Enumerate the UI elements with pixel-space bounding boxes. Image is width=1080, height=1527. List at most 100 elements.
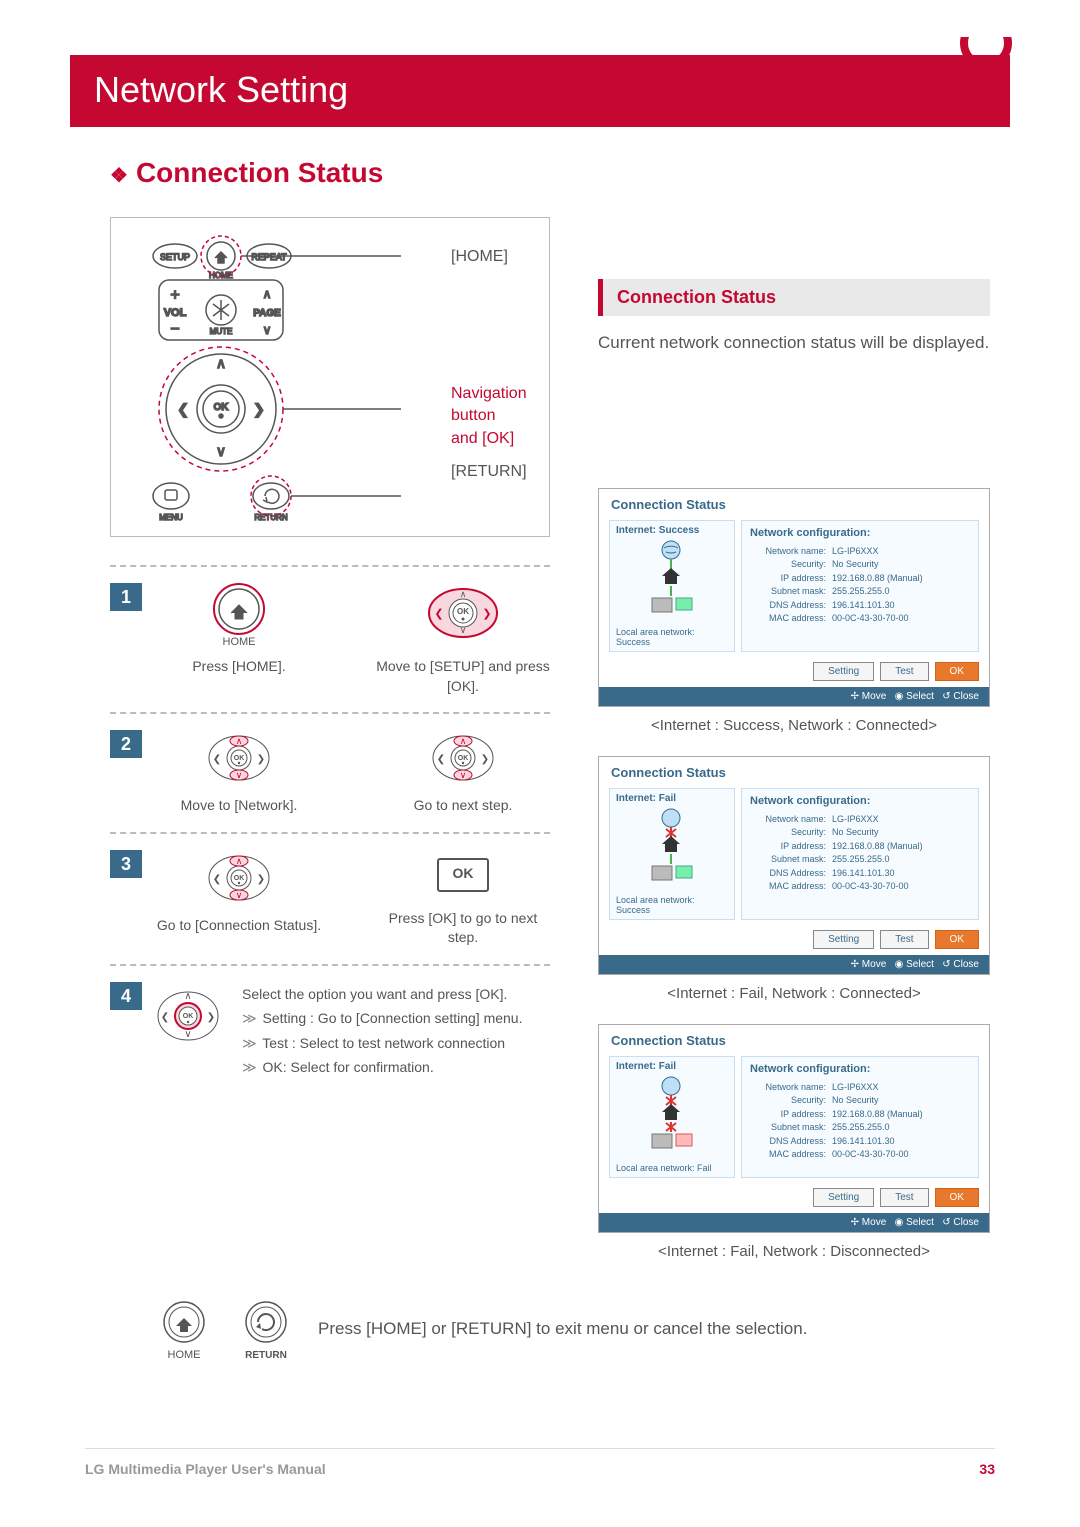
svg-text:❯: ❯ (481, 754, 489, 765)
right-column: Connection Status Current network connec… (598, 217, 990, 1260)
svg-text:❯: ❯ (482, 608, 491, 620)
test-button[interactable]: Test (880, 1188, 928, 1207)
svg-text:❯: ❯ (207, 1012, 215, 1023)
two-column: SETUP HOME REPEAT + VOL − (110, 217, 990, 1260)
svg-text:❯: ❯ (257, 874, 265, 885)
diamond-icon: ❖ (110, 165, 128, 187)
svg-text:VOL: VOL (164, 307, 187, 319)
page-title: Network Setting (94, 69, 348, 110)
footer-section: HOME RETURN Press [HOME] or [RETURN] to … (110, 1296, 990, 1362)
svg-text:∧: ∧ (263, 287, 272, 301)
step4-icon: OK∧∨❮❯ (152, 982, 224, 1052)
svg-text:RETURN: RETURN (254, 513, 288, 522)
step2-right: OK∧∨❮❯ Go to next step. (376, 730, 550, 816)
svg-text:PAGE: PAGE (253, 308, 281, 319)
svg-text:HOME: HOME (223, 636, 256, 648)
svg-text:∧: ∧ (460, 736, 467, 746)
svg-text:❯: ❯ (257, 754, 265, 765)
svg-text:∨: ∨ (236, 770, 243, 780)
ok-button[interactable]: OK (935, 930, 979, 949)
setting-button[interactable]: Setting (813, 1188, 874, 1207)
svg-text:❯: ❯ (253, 401, 265, 418)
section-title: ❖Connection Status (110, 157, 990, 189)
chevron-icon: ≫ (242, 1010, 257, 1026)
step-1: 1 HOME Press [HOME]. OK∧∨❮❯ Move to [SET… (110, 565, 550, 712)
ok-button[interactable]: OK (935, 662, 979, 681)
svg-text:SETUP: SETUP (160, 252, 190, 262)
svg-text:−: − (170, 321, 179, 338)
footer-manual: LG Multimedia Player User's Manual (85, 1461, 326, 1477)
svg-text:OK: OK (457, 607, 469, 616)
page: Network Setting ❖Connection Status SETUP… (0, 0, 1080, 1527)
step-num: 2 (110, 730, 142, 758)
svg-text:❮: ❮ (161, 1012, 169, 1023)
screenshot-2: Connection Status Internet: Fail Local a… (598, 756, 990, 975)
svg-text:∨: ∨ (460, 770, 467, 780)
step-4: 4 OK∧∨❮❯ Select the option you want and … (110, 964, 550, 1096)
chevron-icon: ≫ (242, 1035, 257, 1051)
setting-button[interactable]: Setting (813, 662, 874, 681)
footer-page-num: 33 (979, 1461, 995, 1477)
svg-text:∨: ∨ (236, 890, 243, 900)
svg-text:∧: ∧ (216, 355, 226, 371)
shot2-caption: <Internet : Fail, Network : Connected> (598, 985, 990, 1002)
step2-left: OK∧∨❮❯ Move to [Network]. (152, 730, 326, 816)
steps: 1 HOME Press [HOME]. OK∧∨❮❯ Move to [SET… (110, 565, 550, 1096)
step-num: 1 (110, 583, 142, 611)
step-num: 3 (110, 850, 142, 878)
svg-text:OK: OK (234, 875, 245, 882)
screenshot-3: Connection Status Internet: Fail Local a… (598, 1024, 990, 1233)
svg-text:OK: OK (183, 1013, 194, 1020)
step1-right: OK∧∨❮❯ Move to [SETUP] and press [OK]. (376, 583, 550, 696)
callout-home: [HOME] (451, 248, 508, 266)
home-icon: HOME (154, 1296, 214, 1362)
svg-text:REPEAT: REPEAT (251, 252, 287, 262)
svg-text:OK: OK (214, 402, 230, 413)
shot1-caption: <Internet : Success, Network : Connected… (598, 717, 990, 734)
ok-button[interactable]: OK (935, 1188, 979, 1207)
step-2: 2 OK∧∨❮❯ Move to [Network]. OK∧∨❮❯ Go to… (110, 712, 550, 832)
svg-text:∧: ∧ (184, 991, 191, 1002)
callout-return: [RETURN] (451, 463, 527, 481)
test-button[interactable]: Test (880, 662, 928, 681)
decor-circles (908, 37, 1028, 127)
chevron-icon: ≫ (242, 1059, 257, 1075)
screenshot-1: Connection Status Internet: Success Loca… (598, 488, 990, 707)
left-column: SETUP HOME REPEAT + VOL − (110, 217, 550, 1260)
svg-text:OK: OK (458, 755, 469, 762)
test-button[interactable]: Test (880, 930, 928, 949)
svg-text:∧: ∧ (236, 856, 243, 866)
remote-illustration: SETUP HOME REPEAT + VOL − (141, 234, 401, 524)
svg-text:∨: ∨ (460, 625, 467, 635)
svg-text:❮: ❮ (213, 754, 221, 765)
step3-left: OK∧∨❮❯ Go to [Connection Status]. (152, 850, 326, 936)
svg-text:OK: OK (234, 755, 245, 762)
step-3: 3 OK∧∨❮❯ Go to [Connection Status]. OK P… (110, 832, 550, 964)
svg-text:∧: ∧ (460, 589, 467, 599)
page-title-bar: Network Setting (70, 55, 1010, 125)
svg-text:RETURN: RETURN (245, 1350, 287, 1361)
setting-button[interactable]: Setting (813, 930, 874, 949)
svg-text:MENU: MENU (159, 513, 183, 522)
step-num: 4 (110, 982, 142, 1010)
section: ❖Connection Status SETUP HOME REPEAT (70, 127, 1010, 1362)
step1-left: HOME Press [HOME]. (152, 583, 326, 677)
shot3-caption: <Internet : Fail, Network : Disconnected… (598, 1243, 990, 1260)
step4-text: Select the option you want and press [OK… (242, 982, 550, 1080)
svg-text:∨: ∨ (216, 443, 226, 459)
svg-text:❮: ❮ (434, 608, 443, 620)
svg-text:HOME: HOME (168, 1349, 201, 1361)
svg-text:❮: ❮ (437, 754, 445, 765)
shot-right: Network configuration: Network name:LG-I… (741, 520, 979, 652)
step3-right: OK Press [OK] to go to next step. (376, 850, 550, 948)
svg-text:∨: ∨ (263, 323, 272, 337)
svg-text:MUTE: MUTE (210, 327, 233, 336)
right-heading: Connection Status (598, 279, 990, 316)
right-desc: Current network connection status will b… (598, 330, 990, 356)
svg-text:∧: ∧ (236, 736, 243, 746)
page-footer: LG Multimedia Player User's Manual 33 (85, 1448, 995, 1477)
footer-text: Press [HOME] or [RETURN] to exit menu or… (318, 1319, 807, 1339)
shot-left: Internet: Success Local area network: Su… (609, 520, 735, 652)
svg-text:❮: ❮ (177, 401, 189, 418)
return-icon: RETURN (236, 1296, 296, 1362)
